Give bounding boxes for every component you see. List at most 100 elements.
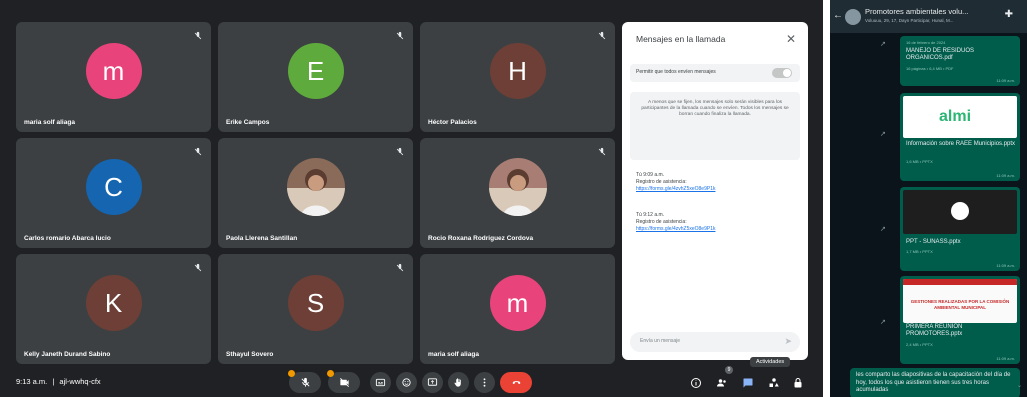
close-icon[interactable]: ✕: [786, 32, 796, 46]
participant-tile[interactable]: H Héctor Palacios: [420, 22, 615, 132]
tooltip: Actividades: [750, 357, 791, 367]
participant-tile[interactable]: E Erike Campos: [218, 22, 413, 132]
forward-icon[interactable]: ↗: [880, 130, 886, 138]
message-text: les comparto las diapositivas de la capa…: [856, 372, 1011, 393]
leave-call-button[interactable]: [500, 372, 532, 393]
message-sender: Tú: [636, 212, 642, 218]
document-thumbnail: GESTIONES REALIZADAS POR LA COMISIÓN AMB…: [903, 279, 1017, 323]
participant-name: Carlos romario Abarca lucio: [24, 235, 111, 242]
whatsapp-window: ← Promotores ambientales volu... Voluuuu…: [830, 0, 1027, 397]
chat-input-placeholder: Envía un mensaje: [640, 338, 681, 344]
document-message[interactable]: 16 de febrero de 2024 MANEJO DE RESIDUOS…: [900, 36, 1020, 86]
permission-toggle[interactable]: [772, 68, 792, 78]
document-meta: 1,7 MB • PPTX: [906, 249, 933, 254]
text-message[interactable]: les comparto las diapositivas de la capa…: [850, 368, 1020, 397]
captions-button[interactable]: [370, 372, 391, 393]
message-text: Registro de asistencia:: [636, 179, 687, 185]
forward-icon[interactable]: ↗: [880, 40, 886, 48]
document-meta: 1,6 MB • PPTX: [906, 159, 933, 164]
document-meta: 16 páginas • 6,4 MB • PDF: [906, 66, 954, 71]
mic-off-icon: [597, 144, 607, 156]
mic-off-icon: [395, 144, 405, 156]
separator: |: [52, 377, 55, 386]
participant-tile[interactable]: S Sthayul Sovero: [218, 254, 413, 364]
participant-photo: [286, 158, 345, 216]
activities-icon[interactable]: [768, 376, 780, 388]
meet-window: m maria solf aliaga E Erike Campos H Héctor P…: [0, 0, 823, 397]
message-text: Registro de asistencia:: [636, 219, 687, 225]
participant-name: maria solf aliaga: [428, 351, 479, 358]
message-sender: Tú: [636, 172, 642, 178]
participant-tile[interactable]: K Kelly Janeth Durand Sabino: [16, 254, 211, 364]
participant-name: Rocio Roxana Rodriguez Cordova: [428, 235, 534, 242]
more-options-button[interactable]: [474, 372, 495, 393]
document-message[interactable]: almi Información sobre RAEE Municipios.p…: [900, 93, 1020, 181]
participant-tile[interactable]: Paola Llerena Santillan: [218, 138, 413, 248]
participant-avatar: E: [287, 43, 344, 99]
forward-icon[interactable]: ↗: [880, 318, 886, 326]
mic-button[interactable]: [288, 370, 321, 393]
participant-avatar: K: [85, 275, 142, 331]
message-time: 11:09 a.m.: [996, 173, 1015, 178]
forward-icon[interactable]: ↗: [880, 225, 886, 233]
add-participant-icon[interactable]: ✚: [1005, 9, 1013, 20]
participant-name: Kelly Janeth Durand Sabino: [24, 351, 111, 358]
participant-avatar: m: [489, 275, 546, 331]
emoji-button[interactable]: [396, 372, 417, 393]
message-link[interactable]: https://forms.gle/4zvhZ5xeO8e9P1k: [636, 226, 715, 232]
document-title: MANEJO DE RESIDUOS ORGANICOS.pdf: [906, 48, 975, 61]
participant-tile[interactable]: m maria solf aliaga: [420, 254, 615, 364]
document-meta: 2,4 MB • PPTX: [906, 342, 933, 347]
document-thumbnail: [903, 190, 1017, 234]
participant-photo: [488, 158, 547, 216]
message-time: 9:12 a.m.: [643, 212, 665, 218]
hand-icon: [454, 378, 461, 387]
message-link[interactable]: https://forms.gle/4zvhZ5xeO8e9P1k: [636, 186, 715, 192]
participant-name: Sthayul Sovero: [226, 351, 274, 358]
chat-input[interactable]: Envía un mensaje ➤: [630, 332, 800, 352]
group-name[interactable]: Promotores ambientales volu...: [865, 7, 968, 16]
participant-avatar: m: [85, 43, 142, 99]
thumbnail-title: GESTIONES REALIZADAS POR LA COMISIÓN AMB…: [910, 299, 1010, 310]
lock-icon[interactable]: [792, 376, 804, 388]
document-message[interactable]: GESTIONES REALIZADAS POR LA COMISIÓN AMB…: [900, 276, 1020, 364]
raise-hand-button[interactable]: [448, 372, 469, 393]
people-icon[interactable]: [716, 376, 728, 388]
chat-message: Tú 9:12 a.m. Registro de asistencia: htt…: [636, 212, 796, 233]
permission-label: Permitir que todos envíen mensajes: [636, 69, 716, 75]
chat-icon[interactable]: [742, 376, 754, 388]
mic-off-icon: [395, 28, 405, 40]
mic-off-icon: [395, 260, 405, 272]
sunass-logo: [951, 202, 969, 220]
camera-button[interactable]: [327, 370, 360, 393]
document-thumbnail: almi: [903, 96, 1017, 138]
message-time: 9:09 a.m.: [643, 172, 665, 178]
document-title: PRIMERA REUNION PROMOTORES.pptx: [906, 324, 963, 337]
warning-dot: [288, 370, 295, 377]
present-button[interactable]: [422, 372, 443, 393]
message-time: 11:09 a.m.: [996, 356, 1015, 361]
thumbnail-logo-text: almi: [939, 108, 972, 125]
participant-tile[interactable]: C Carlos romario Abarca lucio: [16, 138, 211, 248]
participant-avatar: H: [489, 43, 546, 99]
chat-panel: Mensajes en la llamada ✕ Permitir que to…: [622, 22, 808, 360]
document-title: PPT - SUNASS.pptx: [906, 239, 961, 245]
participant-tile[interactable]: Rocio Roxana Rodriguez Cordova: [420, 138, 615, 248]
back-arrow-icon[interactable]: ←: [833, 10, 843, 21]
send-icon[interactable]: ➤: [784, 336, 792, 347]
chat-message: Tú 9:09 a.m. Registro de asistencia: htt…: [636, 172, 796, 193]
participant-avatar: S: [287, 275, 344, 331]
screen: m maria solf aliaga E Erike Campos H Héctor P…: [0, 0, 1027, 397]
group-avatar[interactable]: [845, 9, 861, 25]
participant-tile[interactable]: m maria solf aliaga: [16, 22, 211, 132]
scroll-down-icon[interactable]: ⌄: [1017, 382, 1025, 390]
mic-off-icon: [301, 377, 309, 387]
captions-icon: [375, 378, 386, 387]
meeting-info: 9:13 a.m. | ajl-wwhq-cfx: [16, 377, 101, 386]
info-icon[interactable]: [690, 376, 702, 388]
clock-time: 9:13 a.m.: [16, 377, 48, 386]
document-message[interactable]: PPT - SUNASS.pptx 1,7 MB • PPTX 11:09 a.…: [900, 187, 1020, 271]
mic-off-icon: [193, 28, 203, 40]
warning-dot: [327, 370, 334, 377]
mic-off-icon: [597, 28, 607, 40]
